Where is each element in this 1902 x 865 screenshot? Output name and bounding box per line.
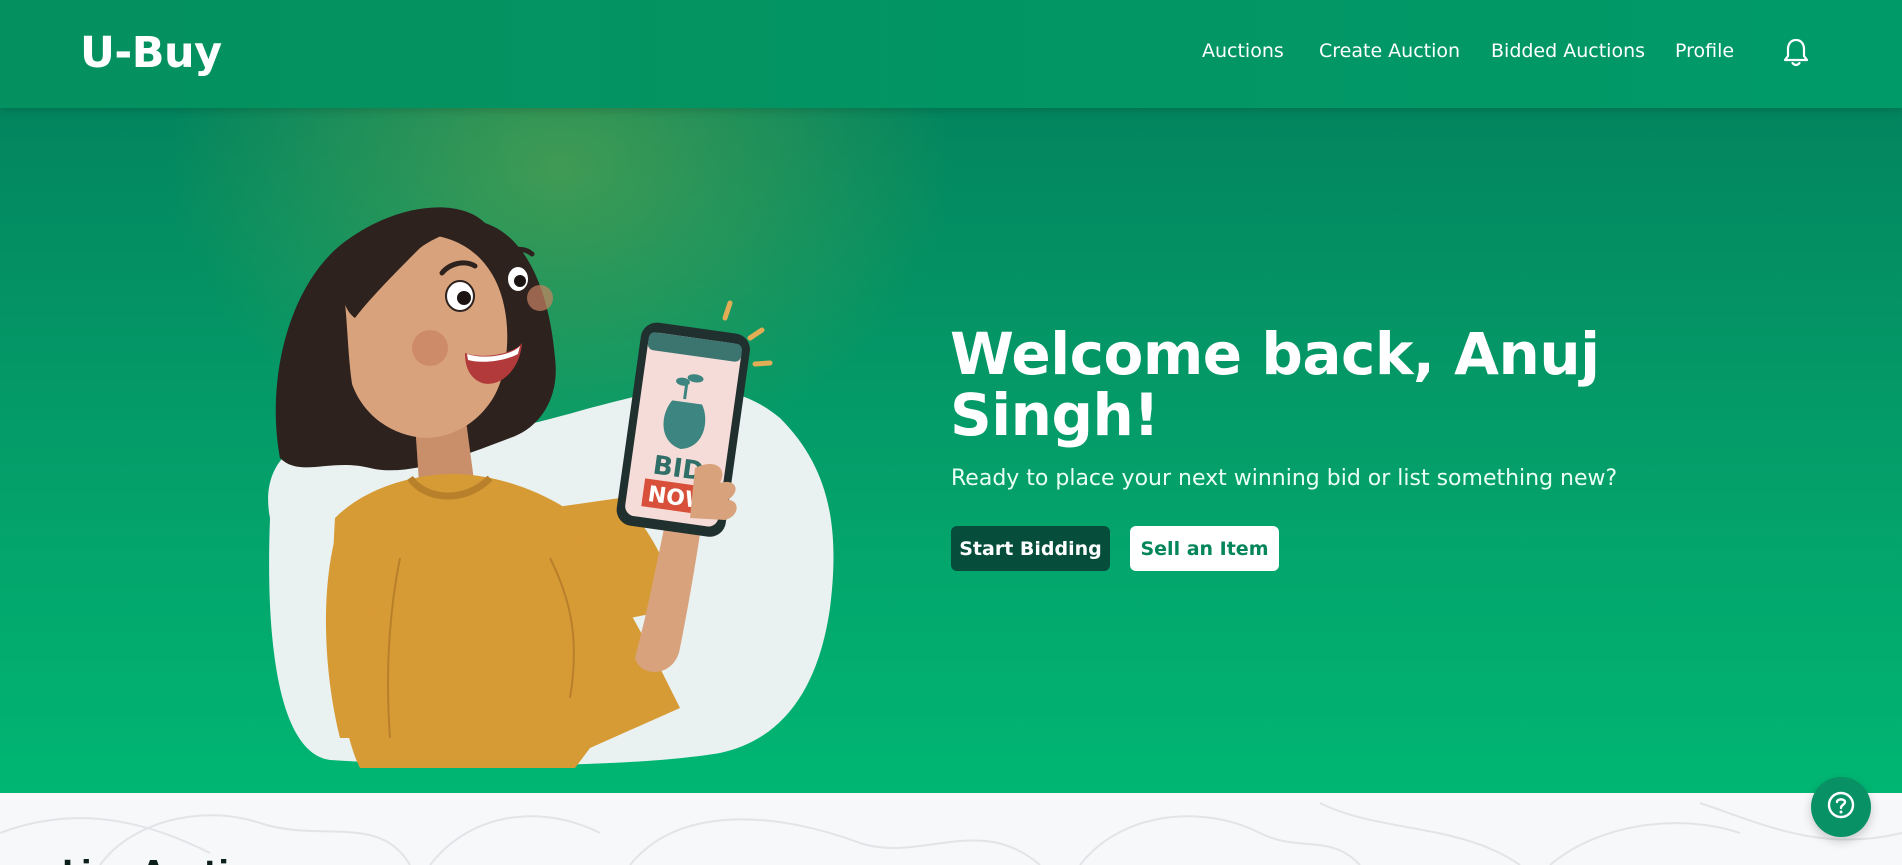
welcome-heading: Welcome back, Anuj Singh! — [950, 320, 1600, 449]
start-bidding-button[interactable]: Start Bidding — [951, 526, 1110, 571]
bell-icon[interactable] — [1782, 37, 1810, 69]
nav-link-profile[interactable]: Profile — [1675, 40, 1734, 62]
section-title: Live Auctions — [62, 855, 289, 865]
logo[interactable]: U-Buy — [80, 28, 222, 78]
top-navbar: U-Buy Auctions Create Auction Bidded Auc… — [0, 0, 1902, 108]
hero-section: BID NOW Welcome back, Anuj Singh! Ready … — [0, 108, 1902, 793]
hero-illustration: BID NOW — [250, 178, 840, 778]
nav-link-auctions[interactable]: Auctions — [1202, 40, 1284, 62]
lower-section: Live Auctions — [0, 793, 1902, 865]
sell-an-item-button[interactable]: Sell an Item — [1130, 526, 1279, 571]
help-icon — [1826, 790, 1856, 824]
hero-subtitle: Ready to place your next winning bid or … — [951, 466, 1618, 491]
help-button[interactable] — [1811, 777, 1871, 837]
nav-link-bidded-auctions[interactable]: Bidded Auctions — [1491, 40, 1645, 62]
nav-link-create-auction[interactable]: Create Auction — [1319, 40, 1460, 62]
